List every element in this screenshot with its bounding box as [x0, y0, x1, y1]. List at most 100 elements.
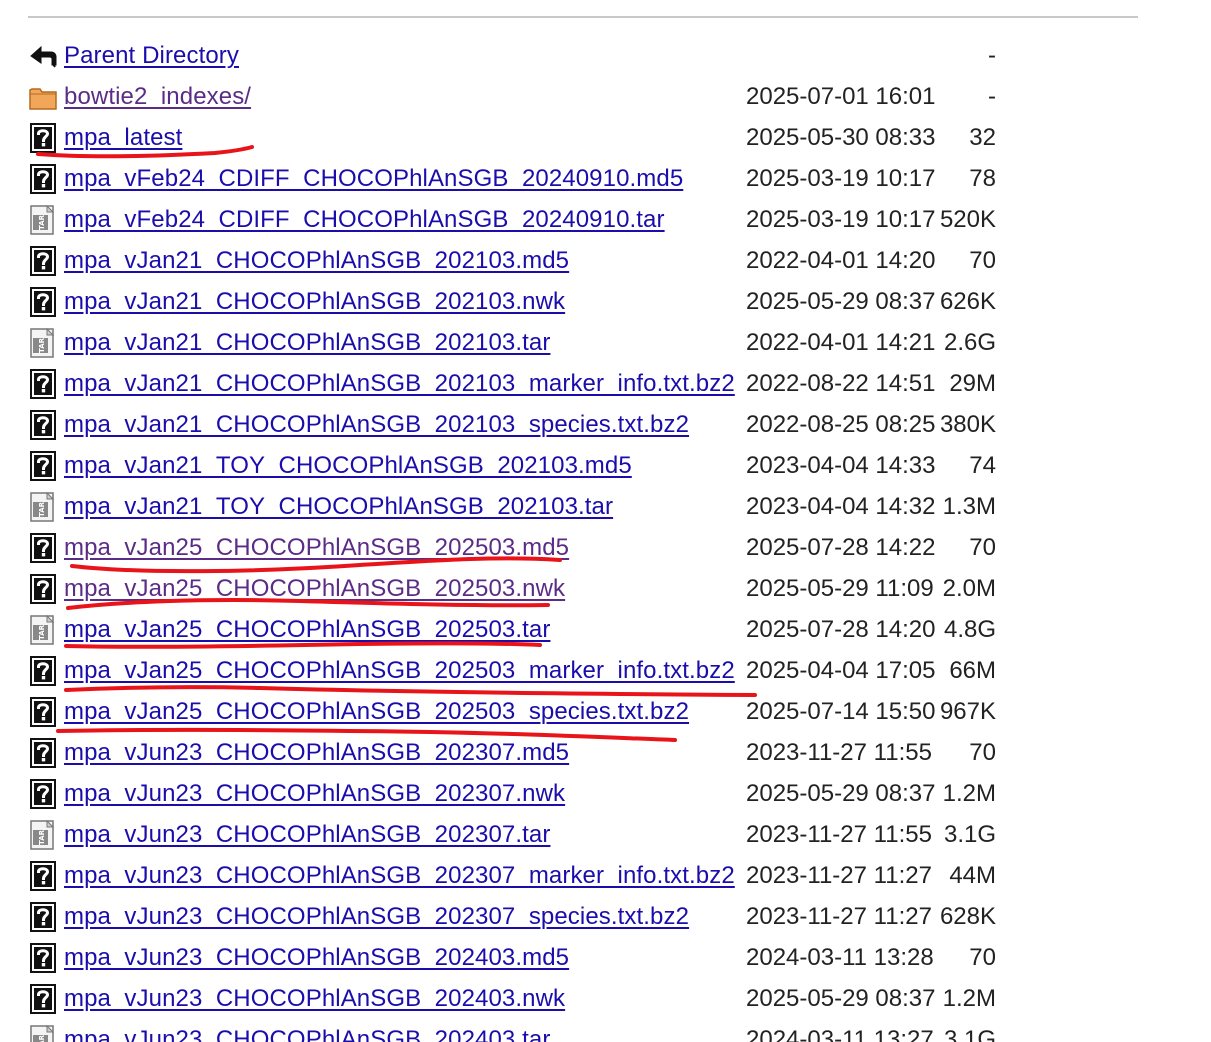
file-size: 78 [969, 165, 996, 192]
unknown-file-icon [28, 409, 58, 441]
file-link-mpa-vjan21-toy-chocophlansgb-202103-tar[interactable]: mpa_vJan21_TOY_CHOCOPhlAnSGB_202103.tar [64, 492, 613, 522]
file-size: 2.0M [942, 575, 996, 602]
last-modified: 2022-04-01 14:20 [746, 247, 936, 274]
file-row: TAR mpa_vJan21_TOY_CHOCOPhlAnSGB_202103.t… [0, 486, 1100, 527]
file-row: mpa_vJan25_CHOCOPhlAnSGB_202503_marker_i… [0, 650, 1100, 691]
last-modified: 2025-05-29 08:37 [746, 985, 936, 1012]
file-row: TAR mpa_vJun23_CHOCOPhlAnSGB_202403.tar 20… [0, 1019, 1100, 1042]
file-size: - [988, 42, 996, 69]
last-modified: 2025-07-28 14:22 [746, 534, 936, 561]
file-link-mpa-vjun23-chocophlansgb-202307-md5[interactable]: mpa_vJun23_CHOCOPhlAnSGB_202307.md5 [64, 738, 569, 768]
folder-icon [28, 81, 58, 113]
file-row: Parent Directory - [0, 35, 1100, 76]
last-modified: 2022-08-22 14:51 [746, 370, 936, 397]
file-size: 626K [939, 288, 996, 315]
unknown-file-icon [28, 901, 58, 933]
file-link-mpa-vjun23-chocophlansgb-202403-tar[interactable]: mpa_vJun23_CHOCOPhlAnSGB_202403.tar [64, 1025, 550, 1042]
file-link-mpa-vjan21-chocophlansgb-202103-nwk[interactable]: mpa_vJan21_CHOCOPhlAnSGB_202103.nwk [64, 287, 565, 317]
unknown-file-icon [28, 696, 58, 728]
file-size: - [988, 83, 996, 110]
file-size: 44M [949, 862, 996, 889]
file-size: 70 [969, 739, 996, 766]
file-row: bowtie2_indexes/2025-07-01 16:01 - [0, 76, 1100, 117]
top-rule [28, 16, 1138, 18]
last-modified: 2025-03-19 10:17 [746, 206, 936, 233]
last-modified: 2023-11-27 11:55 [746, 739, 932, 766]
file-link-mpa-vjun23-chocophlansgb-202403-md5[interactable]: mpa_vJun23_CHOCOPhlAnSGB_202403.md5 [64, 943, 569, 973]
file-link-mpa-vjan25-chocophlansgb-202503-nwk[interactable]: mpa_vJan25_CHOCOPhlAnSGB_202503.nwk [64, 574, 565, 604]
file-row: mpa_vJan21_TOY_CHOCOPhlAnSGB_202103.md5 2… [0, 445, 1100, 486]
file-row: mpa_vJan25_CHOCOPhlAnSGB_202503_species.… [0, 691, 1100, 732]
unknown-file-icon [28, 737, 58, 769]
unknown-file-icon [28, 532, 58, 564]
directory-listing: Parent Directory - bowtie2_indexes/2025-07… [0, 35, 1211, 1042]
tar-file-icon: TAR [28, 327, 58, 359]
file-link-mpa-latest[interactable]: mpa_latest [64, 123, 182, 153]
back-icon [28, 40, 58, 72]
last-modified: 2022-04-01 14:21 [746, 329, 936, 356]
file-link-mpa-vjan21-chocophlansgb-202103-md5[interactable]: mpa_vJan21_CHOCOPhlAnSGB_202103.md5 [64, 246, 569, 276]
file-link-bowtie2-indexes[interactable]: bowtie2_indexes/ [64, 82, 251, 112]
file-link-mpa-vjun23-chocophlansgb-202307-marker-info-txt-bz2[interactable]: mpa_vJun23_CHOCOPhlAnSGB_202307_marker_i… [64, 861, 735, 891]
svg-text:TAR: TAR [38, 829, 46, 845]
file-link-mpa-vjan21-chocophlansgb-202103-tar[interactable]: mpa_vJan21_CHOCOPhlAnSGB_202103.tar [64, 328, 550, 358]
file-size: 74 [969, 452, 996, 479]
last-modified: 2024-03-11 13:28 [746, 944, 934, 971]
file-row: mpa_vFeb24_CDIFF_CHOCOPhlAnSGB_20240910.… [0, 158, 1100, 199]
unknown-file-icon [28, 286, 58, 318]
file-link-mpa-vjun23-chocophlansgb-202307-species-txt-bz2[interactable]: mpa_vJun23_CHOCOPhlAnSGB_202307_species.… [64, 902, 689, 932]
file-link-mpa-vjan21-chocophlansgb-202103-species-txt-bz2[interactable]: mpa_vJan21_CHOCOPhlAnSGB_202103_species.… [64, 410, 689, 440]
file-size: 29M [949, 370, 996, 397]
file-link-mpa-vjan25-chocophlansgb-202503-tar[interactable]: mpa_vJan25_CHOCOPhlAnSGB_202503.tar [64, 615, 550, 645]
unknown-file-icon [28, 245, 58, 277]
file-link-mpa-vjan21-chocophlansgb-202103-marker-info-txt-bz2[interactable]: mpa_vJan21_CHOCOPhlAnSGB_202103_marker_i… [64, 369, 735, 399]
last-modified: 2025-03-19 10:17 [746, 165, 936, 192]
file-row: mpa_vJan21_CHOCOPhlAnSGB_202103_marker_i… [0, 363, 1100, 404]
file-size: 2.6G [943, 329, 996, 356]
svg-text:TAR: TAR [38, 214, 46, 230]
last-modified: 2023-11-27 11:27 [746, 862, 932, 889]
file-size: 1.2M [942, 985, 996, 1012]
file-link-mpa-vfeb24-cdiff-chocophlansgb-20240910-tar[interactable]: mpa_vFeb24_CDIFF_CHOCOPhlAnSGB_20240910.… [64, 205, 665, 235]
svg-text:TAR: TAR [38, 624, 46, 640]
tar-file-icon: TAR [28, 491, 58, 523]
unknown-file-icon [28, 942, 58, 974]
last-modified: 2025-07-14 15:50 [746, 698, 936, 725]
unknown-file-icon [28, 450, 58, 482]
unknown-file-icon [28, 778, 58, 810]
file-row: mpa_vJun23_CHOCOPhlAnSGB_202307.nwk 2025-… [0, 773, 1100, 814]
file-row: mpa_latest 2025-05-30 08:33 32 [0, 117, 1100, 158]
file-link-mpa-vjan25-chocophlansgb-202503-marker-info-txt-bz2[interactable]: mpa_vJan25_CHOCOPhlAnSGB_202503_marker_i… [64, 656, 735, 686]
file-row: mpa_vJan21_CHOCOPhlAnSGB_202103.md5 2022-… [0, 240, 1100, 281]
file-link-mpa-vjan25-chocophlansgb-202503-species-txt-bz2[interactable]: mpa_vJan25_CHOCOPhlAnSGB_202503_species.… [64, 697, 689, 727]
file-size: 967K [939, 698, 996, 725]
file-link-mpa-vjan25-chocophlansgb-202503-md5[interactable]: mpa_vJan25_CHOCOPhlAnSGB_202503.md5 [64, 533, 569, 563]
file-size: 70 [969, 247, 996, 274]
file-link-mpa-vjun23-chocophlansgb-202307-nwk[interactable]: mpa_vJun23_CHOCOPhlAnSGB_202307.nwk [64, 779, 565, 809]
last-modified: 2023-11-27 11:55 [746, 821, 932, 848]
file-link-mpa-vjun23-chocophlansgb-202403-nwk[interactable]: mpa_vJun23_CHOCOPhlAnSGB_202403.nwk [64, 984, 565, 1014]
file-link-mpa-vjun23-chocophlansgb-202307-tar[interactable]: mpa_vJun23_CHOCOPhlAnSGB_202307.tar [64, 820, 550, 850]
tar-file-icon: TAR [28, 204, 58, 236]
tar-file-icon: TAR [28, 819, 58, 851]
file-row: mpa_vJun23_CHOCOPhlAnSGB_202403.nwk 2025-… [0, 978, 1100, 1019]
last-modified: 2025-05-29 08:37 [746, 780, 936, 807]
last-modified: 2022-08-25 08:25 [746, 411, 936, 438]
file-row: mpa_vJun23_CHOCOPhlAnSGB_202307.md5 2023-… [0, 732, 1100, 773]
file-row: mpa_vJan25_CHOCOPhlAnSGB_202503.nwk 2025-… [0, 568, 1100, 609]
file-size: 3.1G [943, 1026, 996, 1042]
file-row: mpa_vJun23_CHOCOPhlAnSGB_202307_species.… [0, 896, 1100, 937]
svg-text:TAR: TAR [38, 501, 46, 517]
last-modified: 2025-07-28 14:20 [746, 616, 936, 643]
tar-file-icon: TAR [28, 1024, 58, 1042]
last-modified: 2025-05-29 11:09 [746, 575, 934, 602]
file-row: mpa_vJun23_CHOCOPhlAnSGB_202307_marker_i… [0, 855, 1100, 896]
file-row: mpa_vJan21_CHOCOPhlAnSGB_202103.nwk 2025-… [0, 281, 1100, 322]
parent-directory-link[interactable]: Parent Directory [64, 41, 239, 71]
file-size: 3.1G [943, 821, 996, 848]
file-size: 628K [939, 903, 996, 930]
file-row: mpa_vJun23_CHOCOPhlAnSGB_202403.md5 2024-… [0, 937, 1100, 978]
file-link-mpa-vfeb24-cdiff-chocophlansgb-20240910-md5[interactable]: mpa_vFeb24_CDIFF_CHOCOPhlAnSGB_20240910.… [64, 164, 683, 194]
file-row: TAR mpa_vFeb24_CDIFF_CHOCOPhlAnSGB_202409… [0, 199, 1100, 240]
file-link-mpa-vjan21-toy-chocophlansgb-202103-md5[interactable]: mpa_vJan21_TOY_CHOCOPhlAnSGB_202103.md5 [64, 451, 632, 481]
